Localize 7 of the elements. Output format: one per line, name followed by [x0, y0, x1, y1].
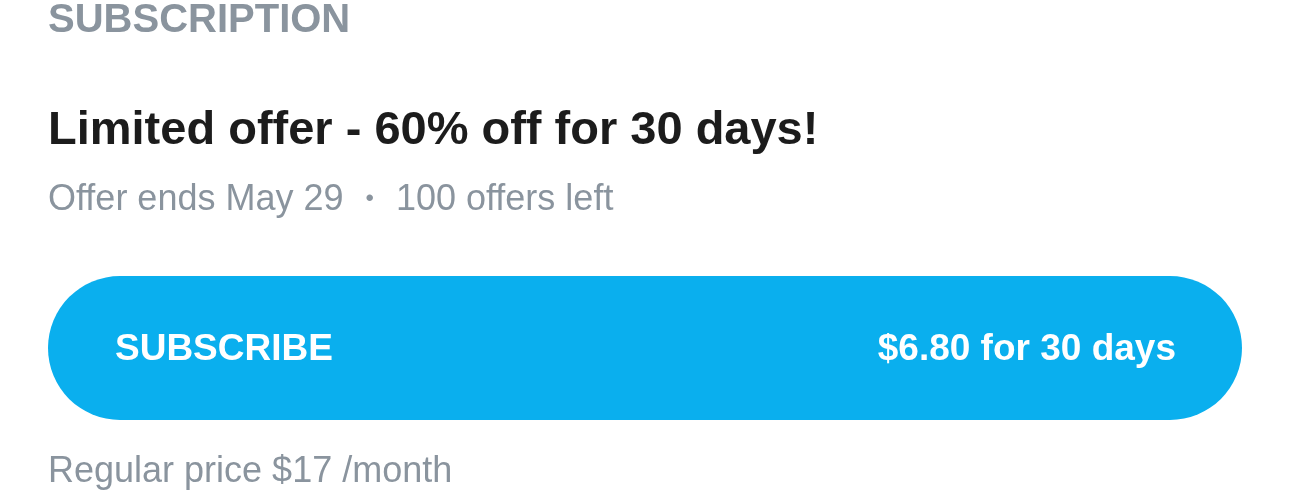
offer-end-date: Offer ends May 29 [48, 176, 344, 220]
subscribe-button[interactable]: SUBSCRIBE $6.80 for 30 days [48, 276, 1242, 420]
offers-left-count: 100 offers left [395, 176, 614, 220]
regular-price: Regular price $17 /month [48, 450, 454, 490]
separator-dot: • [365, 183, 374, 213]
offer-title: Limited offer - 60% off for 30 days! [48, 100, 820, 156]
section-title: SUBSCRIPTION [48, 0, 352, 38]
